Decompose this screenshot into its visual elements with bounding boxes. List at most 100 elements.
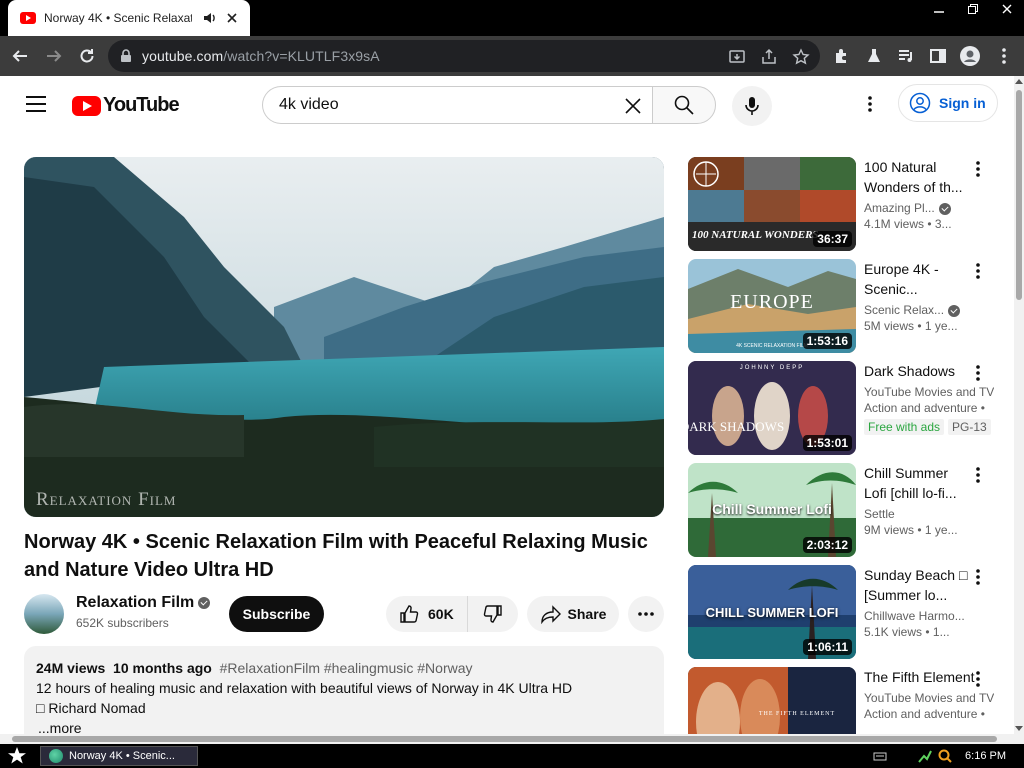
logo-wordmark: YouTube xyxy=(103,94,180,116)
recommendation-channel[interactable]: Chillwave Harmo... xyxy=(864,609,968,623)
channel-avatar[interactable] xyxy=(24,594,64,634)
labs-flask-icon[interactable] xyxy=(864,46,884,66)
description-line-2: □ Richard Nomad xyxy=(36,700,146,716)
recommendation-thumbnail[interactable]: Chill Summer Lofi 2:03:12 xyxy=(688,463,856,557)
video-title: Norway 4K • Scenic Relaxation Film with … xyxy=(24,531,648,581)
side-panel-icon[interactable] xyxy=(928,46,948,66)
horizontal-scrollbar[interactable] xyxy=(0,734,1024,744)
media-queue-icon[interactable] xyxy=(896,46,916,66)
video-player[interactable]: Relaxation Film xyxy=(24,157,664,517)
vertical-scrollbar[interactable] xyxy=(1014,76,1024,734)
recommendation-menu-icon[interactable] xyxy=(970,567,986,587)
youtube-masthead: YouTube 4k video Sign in xyxy=(0,76,1014,132)
verified-badge-icon xyxy=(198,596,211,609)
subscriber-count: 652K subscribers xyxy=(76,616,169,630)
profile-avatar-icon[interactable] xyxy=(960,46,980,66)
recommendation-item[interactable]: THE FIFTH ELEMENT The Fifth Element YouT… xyxy=(688,667,998,734)
close-window-button[interactable] xyxy=(990,0,1024,18)
horizontal-scroll-thumb[interactable] xyxy=(12,736,997,742)
search-input[interactable]: 4k video xyxy=(262,86,652,124)
scroll-down-arrow-icon[interactable] xyxy=(1015,726,1023,731)
settings-kebab-icon[interactable] xyxy=(860,94,880,114)
recommendation-info: Sunday Beach □ [Summer lo... Chillwave H… xyxy=(864,565,968,639)
duration-badge: 1:06:11 xyxy=(803,639,852,655)
description-box[interactable]: 24M views 10 months ago #RelaxationFilm … xyxy=(24,646,664,734)
audio-playing-icon[interactable] xyxy=(202,10,218,26)
rating-badge: PG-13 xyxy=(948,419,991,435)
recommendation-title[interactable]: Sunday Beach □ [Summer lo... xyxy=(864,565,968,605)
recommendation-title[interactable]: Europe 4K - Scenic... xyxy=(864,259,968,299)
extensions-puzzle-icon[interactable] xyxy=(832,46,852,66)
recommendation-channel[interactable]: YouTube Movies and TV xyxy=(864,385,994,399)
reload-button[interactable] xyxy=(75,44,99,68)
keyboard-tray-icon[interactable] xyxy=(873,749,887,763)
channel-name-row[interactable]: Relaxation Film xyxy=(76,594,211,612)
recommendation-channel[interactable]: Settle xyxy=(864,507,968,521)
recommendation-thumbnail[interactable]: JOHNNY DEPP DARK SHADOWS 1:53:01 xyxy=(688,361,856,455)
voice-search-button[interactable] xyxy=(732,86,772,126)
recommendation-item[interactable]: Chill Summer Lofi 2:03:12 Chill Summer L… xyxy=(688,463,998,557)
share-button[interactable]: Share xyxy=(527,596,619,632)
sign-in-button[interactable]: Sign in xyxy=(898,84,998,122)
recommendation-thumbnail[interactable]: EUROPE 4K SCENIC RELAXATION FILM 1:53:16 xyxy=(688,259,856,353)
guide-menu-icon[interactable] xyxy=(26,96,46,112)
browser-menu-icon[interactable] xyxy=(994,46,1014,66)
dislike-button[interactable] xyxy=(468,603,518,625)
show-more-link[interactable]: ...more xyxy=(38,718,652,734)
recommendation-channel[interactable]: Amazing Pl... xyxy=(864,201,968,215)
more-actions-button[interactable] xyxy=(628,596,664,632)
like-button[interactable]: 60K xyxy=(386,596,468,632)
back-button[interactable] xyxy=(8,44,32,68)
recommendation-channel[interactable]: Scenic Relax... xyxy=(864,303,968,317)
hashtags[interactable]: #RelaxationFilm #healingmusic #Norway xyxy=(220,660,473,676)
clear-search-icon[interactable] xyxy=(622,95,644,117)
forward-button[interactable] xyxy=(42,44,66,68)
url-host: youtube.com xyxy=(142,48,224,64)
taskbar-window-button[interactable]: Norway 4K • Scenic... xyxy=(40,746,198,766)
youtube-page: YouTube 4k video Sign in Relaxation Film… xyxy=(0,76,1014,734)
reload-icon xyxy=(80,49,94,63)
recommendation-menu-icon[interactable] xyxy=(970,363,986,383)
network-tray-icon[interactable] xyxy=(917,748,933,764)
thumbnail-caption: THE FIFTH ELEMENT xyxy=(758,711,836,717)
search-tray-icon[interactable] xyxy=(937,748,953,764)
recommendation-item[interactable]: CHILL SUMMER LOFI 1:06:11 Sunday Beach □… xyxy=(688,565,998,659)
recommendation-menu-icon[interactable] xyxy=(970,465,986,485)
vertical-scroll-thumb[interactable] xyxy=(1016,90,1022,300)
duration-badge: 36:37 xyxy=(813,231,852,247)
recommendation-thumbnail[interactable]: THE FIFTH ELEMENT xyxy=(688,667,856,734)
share-arrow-icon xyxy=(540,605,561,624)
scroll-up-arrow-icon[interactable] xyxy=(1015,79,1023,84)
close-tab-icon[interactable] xyxy=(224,10,240,26)
more-horizontal-icon xyxy=(638,612,654,616)
os-taskbar: Norway 4K • Scenic... 6:16 PM xyxy=(0,744,1024,768)
recommendation-title[interactable]: 100 Natural Wonders of th... xyxy=(864,157,968,197)
recommendation-item[interactable]: EUROPE 4K SCENIC RELAXATION FILM 1:53:16… xyxy=(688,259,998,353)
thumbnail-caption: EUROPE xyxy=(730,291,814,313)
thumbs-down-icon xyxy=(483,605,502,623)
browser-tab[interactable]: Norway 4K • Scenic Relaxation xyxy=(8,0,250,36)
recommendation-menu-icon[interactable] xyxy=(970,159,986,179)
youtube-logo[interactable]: YouTube xyxy=(72,94,180,117)
recommendation-item[interactable]: 100 NATURAL WONDERS 36:37 100 Natural Wo… xyxy=(688,157,998,251)
verified-badge-icon xyxy=(948,304,961,317)
recommendation-title[interactable]: Chill Summer Lofi [chill lo-fi... xyxy=(864,463,968,503)
minimize-window-button[interactable] xyxy=(922,0,956,18)
restore-window-button[interactable] xyxy=(956,0,990,18)
install-app-icon[interactable] xyxy=(728,48,746,66)
start-menu-icon[interactable] xyxy=(6,746,28,766)
address-bar[interactable]: youtube.com/watch?v=KLUTLF3x9sA xyxy=(108,40,820,72)
subscribe-button[interactable]: Subscribe xyxy=(229,596,324,632)
bookmark-star-icon[interactable] xyxy=(792,48,810,66)
duration-badge: 1:53:01 xyxy=(802,435,852,451)
recommendation-thumbnail[interactable]: CHILL SUMMER LOFI 1:06:11 xyxy=(688,565,856,659)
recommendation-menu-icon[interactable] xyxy=(970,669,986,689)
recommendation-menu-icon[interactable] xyxy=(970,261,986,281)
recommendation-item[interactable]: JOHNNY DEPP DARK SHADOWS 1:53:01 Dark Sh… xyxy=(688,361,998,455)
recommendation-channel[interactable]: YouTube Movies and TV xyxy=(864,691,994,705)
share-page-icon[interactable] xyxy=(760,48,778,66)
recommendation-channel-name: Amazing Pl... xyxy=(864,201,935,215)
upload-age: 10 months ago xyxy=(113,660,212,676)
recommendation-thumbnail[interactable]: 100 NATURAL WONDERS 36:37 xyxy=(688,157,856,251)
search-button[interactable] xyxy=(652,86,716,124)
